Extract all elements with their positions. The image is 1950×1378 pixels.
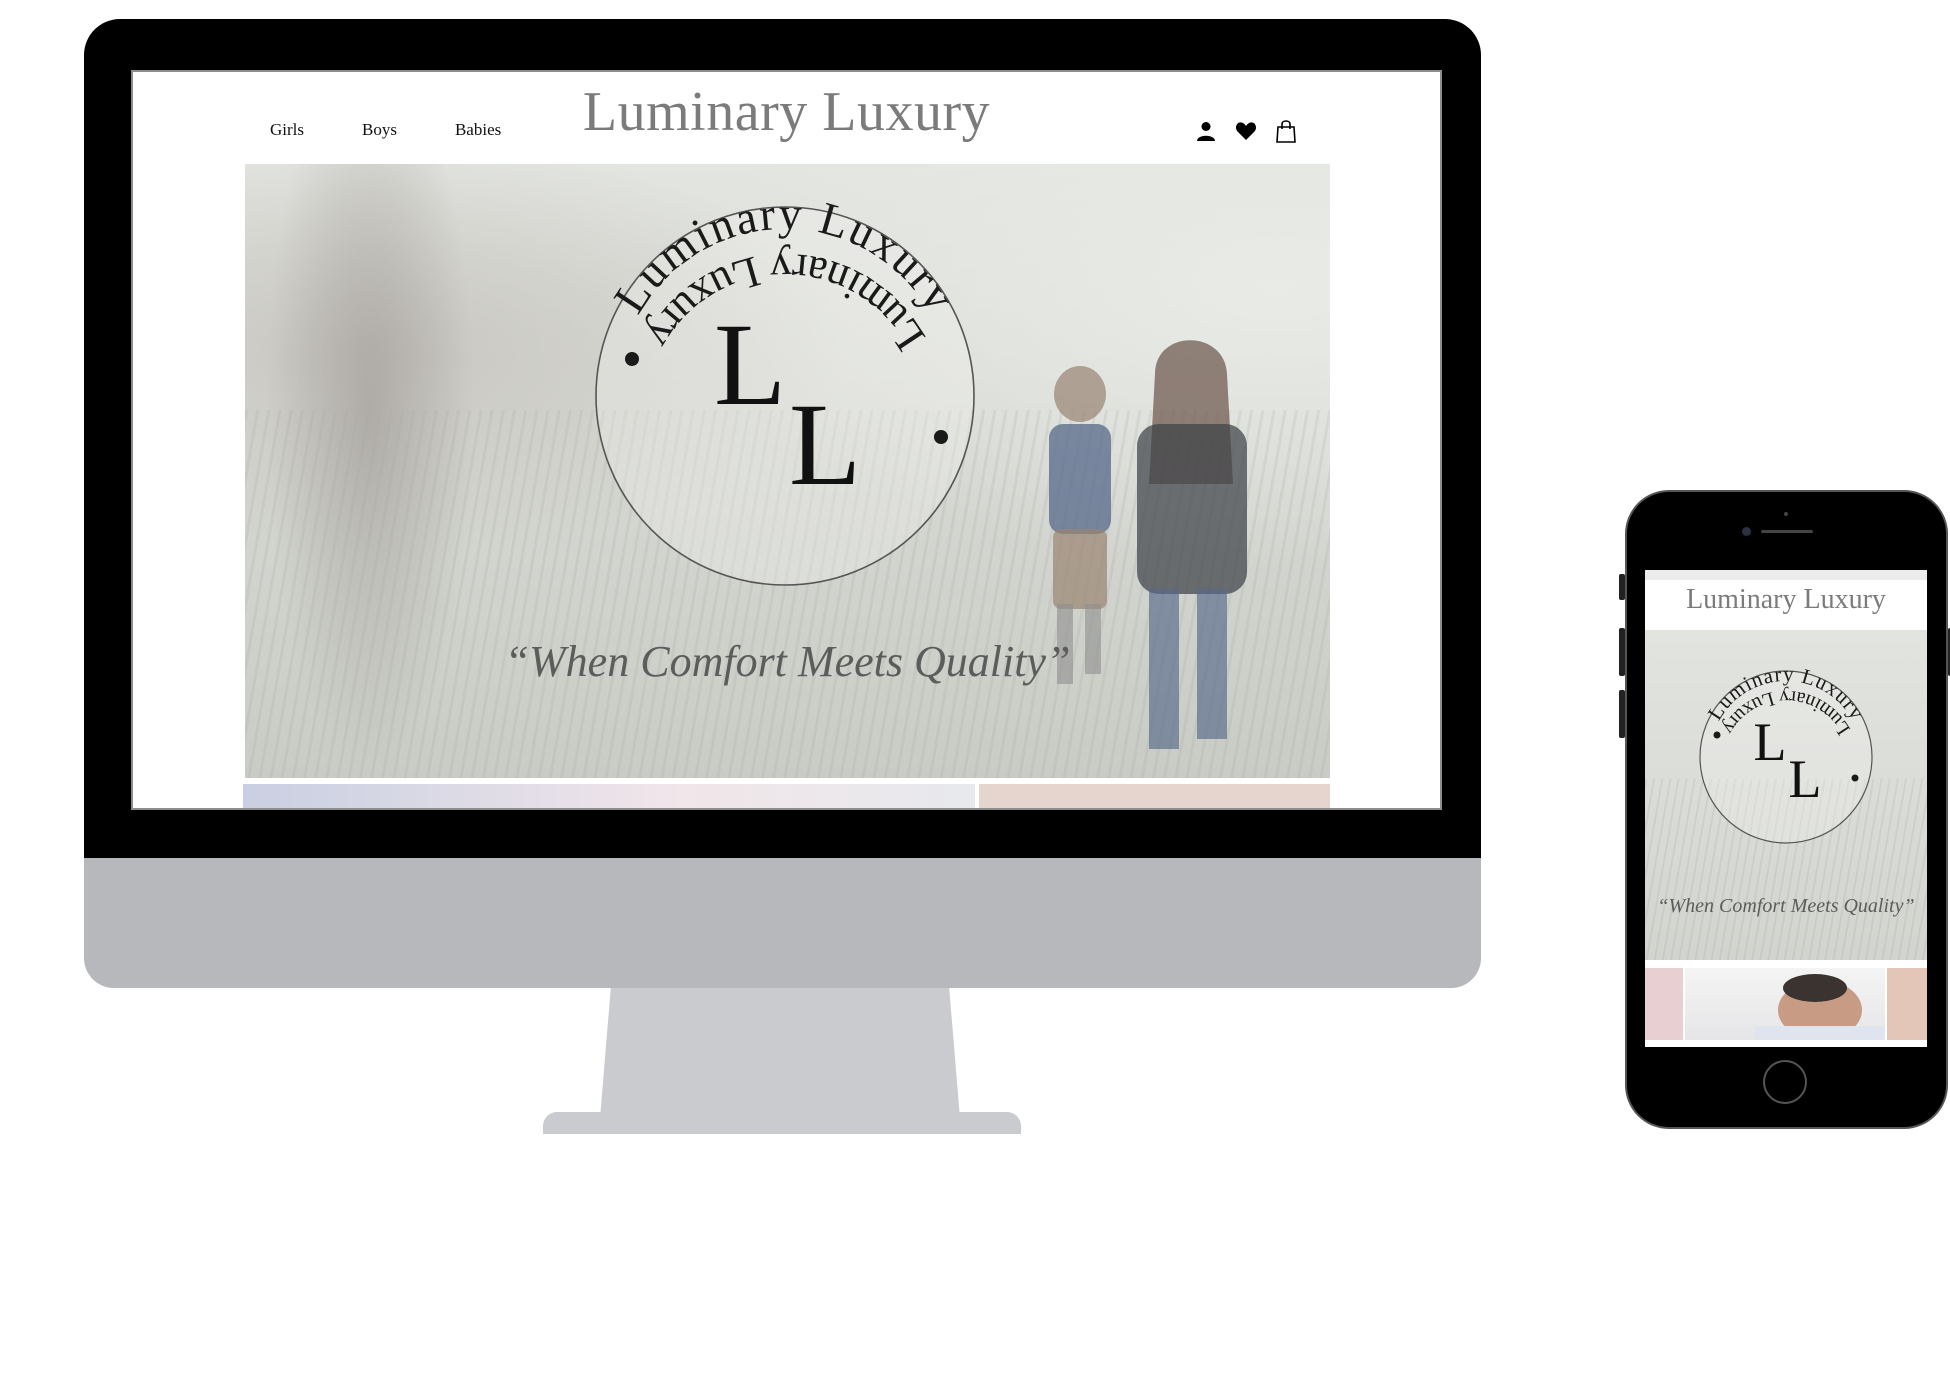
heart-icon[interactable] [1233, 118, 1259, 144]
desktop-monitor-base [543, 1112, 1021, 1134]
product-image-preview[interactable] [979, 784, 1330, 808]
mobile-hero-tagline: “When Comfort Meets Quality” [1657, 895, 1915, 917]
desktop-website-screen: Girls Boys Babies Luminary Luxury Lumina… [131, 70, 1442, 810]
mobile-logo-monogram-1: L [1754, 712, 1787, 772]
phone-speaker [1761, 530, 1813, 533]
desktop-monitor-chin [84, 858, 1481, 988]
desktop-monitor-stand [600, 988, 960, 1118]
product-image-preview[interactable] [243, 784, 975, 808]
shopping-bag-icon[interactable] [1273, 118, 1299, 144]
baby-photo [1755, 974, 1885, 1040]
hero-banner: Luminary Luxury Luminary Luxury L L “Whe… [245, 164, 1330, 778]
phone-volume-down [1619, 690, 1625, 738]
phone-volume-up [1619, 628, 1625, 676]
mobile-site-title[interactable]: Luminary Luxury [1645, 584, 1927, 616]
mobile-logo-dot-left [1713, 731, 1721, 739]
logo-monogram-1: L [714, 299, 786, 430]
logo-monogram-2: L [789, 379, 861, 510]
logo-dot-right [934, 430, 948, 444]
logo-dot-left [625, 352, 639, 366]
phone-home-button [1763, 1060, 1807, 1104]
mobile-phone-frame: Luminary Luxury Luminary Luxury Luminary… [1619, 490, 1950, 1129]
mobile-logo-monogram-2: L [1789, 749, 1822, 809]
header-icon-group [1193, 118, 1299, 144]
hero-tagline: “When Comfort Meets Quality” [504, 637, 1071, 686]
mobile-brand-logo-seal: Luminary Luxury Luminary Luxury L L [1699, 662, 1873, 844]
phone-sensor [1784, 512, 1788, 516]
phone-camera [1742, 527, 1751, 536]
mobile-product-image-preview[interactable] [1645, 968, 1683, 1040]
mobile-hero-banner: Luminary Luxury Luminary Luxury L L “Whe… [1645, 630, 1927, 960]
mobile-website-screen: Luminary Luxury Luminary Luxury Luminary… [1645, 570, 1927, 1047]
brand-logo-seal: Luminary Luxury Luminary Luxury L L [595, 188, 975, 586]
mobile-product-image-preview[interactable] [1685, 968, 1885, 1040]
mobile-logo-dot-right [1851, 774, 1859, 782]
phone-mute-switch [1619, 574, 1625, 600]
mobile-product-image-preview[interactable] [1887, 968, 1927, 1040]
account-icon[interactable] [1193, 118, 1219, 144]
mobile-status-bar [1645, 570, 1927, 580]
